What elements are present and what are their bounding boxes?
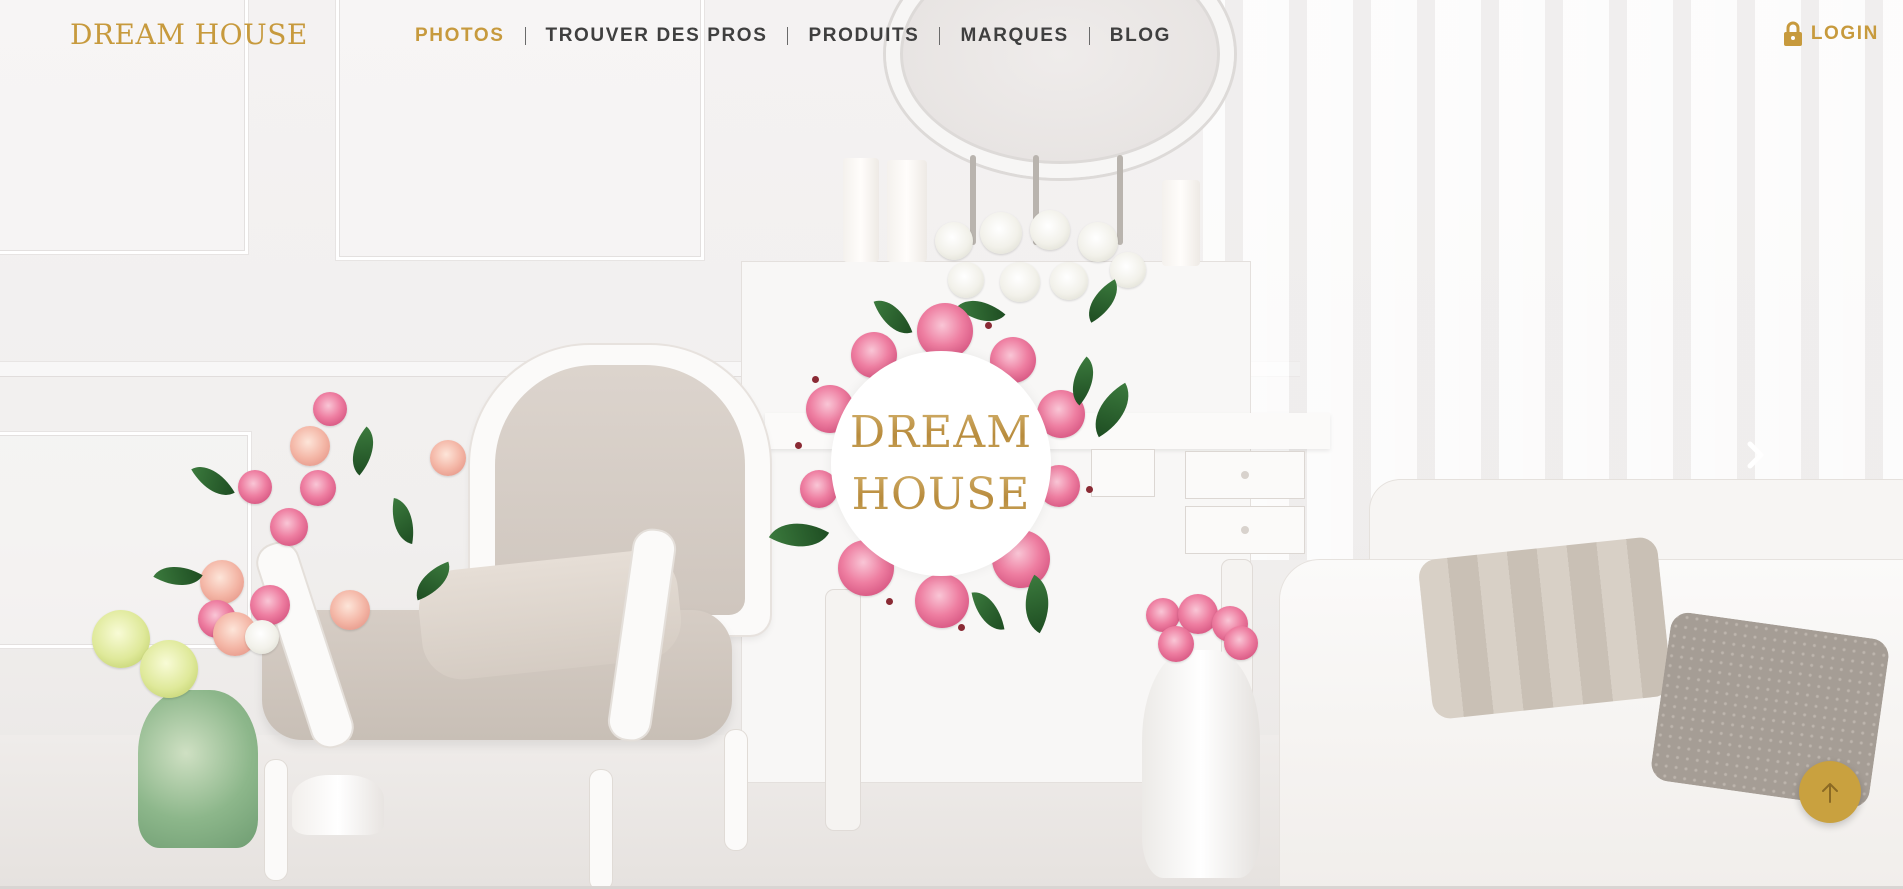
leaf	[339, 426, 387, 476]
hero-logo: DREAM HOUSE	[831, 351, 1051, 576]
vanity-leg	[826, 590, 860, 830]
berry	[886, 598, 893, 605]
curtain	[1203, 0, 1903, 560]
nav-item-photos[interactable]: PHOTOS	[395, 23, 525, 49]
scroll-to-top-button[interactable]	[1799, 761, 1861, 823]
hero-logo-line-2: HOUSE	[852, 464, 1031, 526]
hero-logo-line-1: DREAM	[850, 402, 1032, 464]
rose	[245, 620, 279, 654]
rose	[1050, 262, 1088, 300]
sofa-pillow	[1417, 535, 1673, 721]
berry	[958, 624, 965, 631]
arrow-up-icon	[1822, 783, 1838, 803]
rose	[430, 440, 466, 476]
armchair-leg	[265, 760, 287, 880]
chevron-right-icon[interactable]	[1744, 438, 1768, 472]
rose	[300, 470, 336, 506]
login-label: LOGIN	[1810, 23, 1879, 44]
berry	[985, 322, 992, 329]
candle-holder	[1117, 155, 1123, 245]
nav-item-produits[interactable]: PRODUITS	[788, 23, 939, 49]
nav-item-marques[interactable]: MARQUES	[940, 23, 1088, 49]
small-vase	[292, 775, 384, 835]
login-link[interactable]: LOGIN	[1783, 21, 1879, 47]
white-vase	[1142, 650, 1260, 878]
green-vase	[138, 690, 258, 848]
rose	[200, 560, 244, 604]
candle	[843, 158, 879, 262]
rose	[1030, 210, 1070, 250]
armchair-leg	[590, 770, 612, 889]
rose	[935, 222, 973, 260]
drawer-knob	[1241, 526, 1249, 534]
brand-logo[interactable]: DREAM HOUSE	[70, 18, 308, 51]
rose	[1158, 626, 1194, 662]
vanity-drawer	[1092, 450, 1154, 496]
berry	[812, 376, 819, 383]
hero-slider: DREAM HOUSE DREAM HOUSE PHOTOS TROUVER D…	[0, 0, 1903, 889]
nav-item-trouver-des-pros[interactable]: TROUVER DES PROS	[526, 23, 788, 49]
rose	[238, 470, 272, 504]
drawer-knob	[1241, 471, 1249, 479]
berry	[795, 442, 802, 449]
rose	[330, 590, 370, 630]
leaf	[386, 498, 420, 544]
candle	[887, 160, 927, 262]
rose	[290, 426, 330, 466]
rose	[1078, 222, 1118, 262]
rose	[1224, 626, 1258, 660]
nav-item-blog[interactable]: BLOG	[1090, 23, 1191, 49]
armchair-leg	[725, 730, 747, 850]
rose	[948, 262, 984, 298]
rose	[140, 640, 198, 698]
rose	[1000, 262, 1040, 302]
rose	[980, 212, 1022, 254]
main-nav: PHOTOS TROUVER DES PROS PRODUITS MARQUES…	[395, 23, 1191, 49]
rose	[915, 574, 969, 628]
rose	[270, 508, 308, 546]
rose	[313, 392, 347, 426]
candle	[1162, 180, 1200, 266]
berry	[1086, 486, 1093, 493]
lock-icon	[1783, 21, 1802, 46]
rose	[250, 585, 290, 625]
